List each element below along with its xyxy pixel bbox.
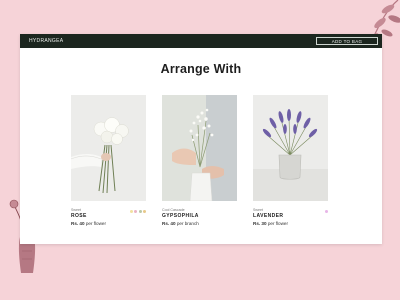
- add-to-bag-button[interactable]: ADD TO BAG: [316, 37, 378, 45]
- color-swatch[interactable]: [134, 210, 137, 213]
- product-list: Sweet ROSE Rs. 40 per flower Cool Cascad…: [20, 95, 382, 235]
- color-swatch[interactable]: [138, 210, 142, 213]
- product-price: Rs. 40 per flower: [71, 221, 106, 226]
- product-card-lavender[interactable]: Sweet LAVENDER Rs. 30 per flower: [253, 95, 328, 227]
- color-swatches: [325, 210, 328, 213]
- color-swatch[interactable]: [325, 210, 328, 213]
- product-name[interactable]: GYPSOPHILA: [162, 213, 237, 220]
- product-card-gypsophila[interactable]: Cool Cascade GYPSOPHILA Rs. 40 per branc…: [162, 95, 237, 227]
- brand-name[interactable]: HYDRANGEA: [29, 38, 63, 44]
- product-name[interactable]: ROSE: [71, 213, 146, 220]
- product-card-rose[interactable]: Sweet ROSE Rs. 40 per flower: [70, 95, 146, 227]
- gypsophila-image[interactable]: [162, 95, 237, 202]
- color-swatch[interactable]: [129, 210, 133, 213]
- product-price: Rs. 30 per flower: [253, 221, 288, 226]
- page-title: Arrange With: [160, 62, 242, 76]
- product-price: Rs. 40 per branch: [162, 221, 199, 226]
- product-name[interactable]: LAVENDER: [253, 213, 328, 220]
- color-swatches: [129, 210, 146, 213]
- top-bar: HYDRANGEA ADD TO BAG: [20, 34, 382, 48]
- shop-window: HYDRANGEA ADD TO BAG Arrange With Sweet …: [20, 34, 382, 244]
- color-swatch[interactable]: [143, 210, 146, 213]
- rose-bouquet-image[interactable]: [70, 95, 146, 201]
- lavender-pot-image[interactable]: [253, 95, 328, 201]
